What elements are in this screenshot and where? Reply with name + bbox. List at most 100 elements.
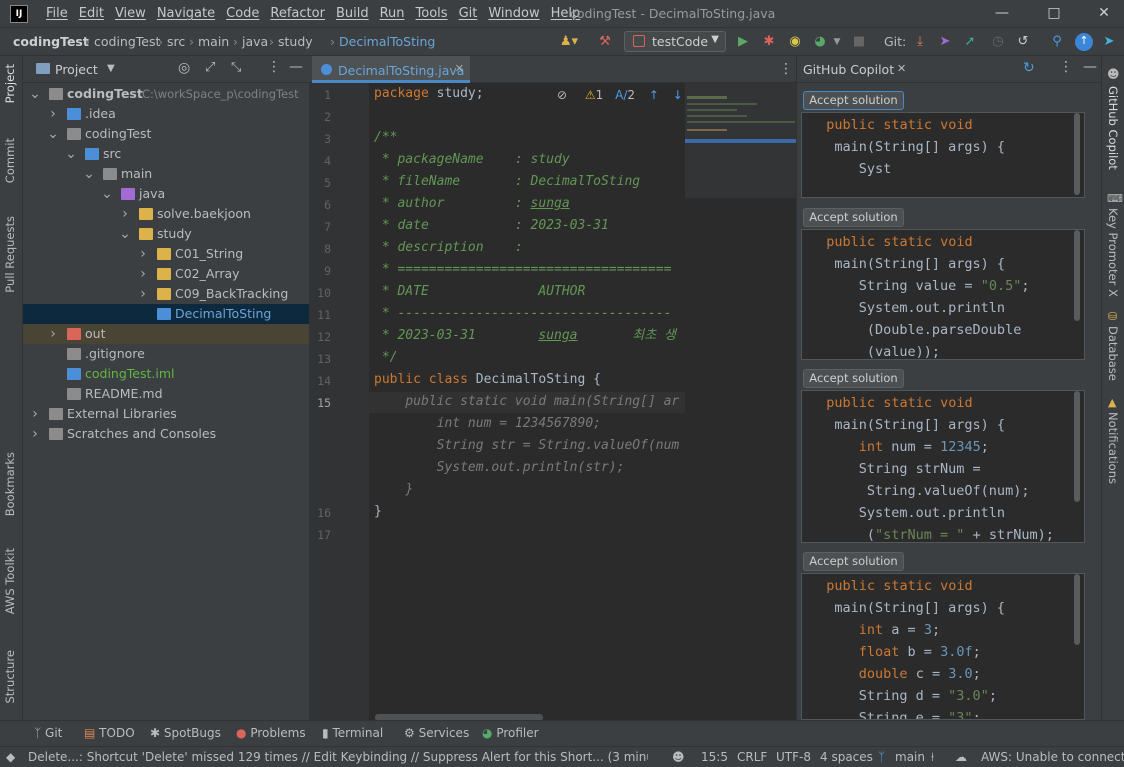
status-toggle-icon[interactable]: ◆ [6,750,15,764]
chevron-right-icon[interactable]: › [47,104,59,124]
tree-item[interactable]: ⌄ java [23,184,309,204]
menu-tools[interactable]: Tools [416,6,448,21]
chevron-down-icon[interactable]: ⌄ [119,224,131,244]
breadcrumb-item[interactable]: java [242,34,268,49]
chevron-down-icon[interactable]: ⌄ [65,144,77,164]
menu-git[interactable]: Git [459,6,478,21]
tab-project[interactable]: Project [3,64,17,103]
chevron-down-icon[interactable]: ▼ [107,63,115,74]
update-icon[interactable]: ↑ [1075,33,1093,51]
tab-aws-toolkit[interactable]: AWS Toolkit [3,548,17,614]
tree-item[interactable]: DecimalToSting [23,304,309,324]
git-history-icon[interactable]: ◷ [990,34,1006,50]
run-icon[interactable]: ▶ [735,34,751,50]
chevron-right-icon[interactable]: › [29,404,41,424]
tab-git[interactable]: ᛉ Git [34,726,62,740]
options-icon[interactable]: ⋮ [1059,59,1073,75]
tab-github-copilot[interactable]: GitHub Copilot [1106,86,1120,170]
chevron-right-icon[interactable]: › [29,424,41,444]
rollback-icon[interactable]: ↺ [1015,34,1031,50]
accept-solution-button[interactable]: Accept solution [803,208,904,227]
tree-item[interactable]: › C09_BackTracking [23,284,309,304]
tab-commit[interactable]: Commit [3,138,17,183]
caret-position[interactable]: 15:5 [701,750,728,764]
breadcrumb-item[interactable]: codingTest [13,34,89,49]
code-text[interactable]: package study; /** * packageName : study… [374,83,684,523]
lock-icon[interactable]: ⍿ [931,750,934,765]
stop-icon[interactable]: ■ [852,34,866,50]
menu-run[interactable]: Run [380,6,405,21]
menu-view[interactable]: View [115,6,146,21]
chevron-right-icon[interactable]: › [137,284,149,304]
collapse-icon[interactable]: ⤡ [231,60,241,75]
chevron-right-icon[interactable]: › [137,244,149,264]
tree-item[interactable]: codingTest.iml [23,364,309,384]
menu-navigate[interactable]: Navigate [157,6,215,21]
more-run-icon[interactable]: ▼ [832,34,842,50]
close-tab-icon[interactable]: ✕ [455,62,464,75]
breadcrumb-item[interactable]: codingTest [94,34,160,49]
aws-status[interactable]: AWS: Unable to connect [981,750,1124,764]
git-update-icon[interactable]: ⤓ [912,34,928,50]
tree-item[interactable]: ⌄ codingTest [23,124,309,144]
breadcrumb-item[interactable]: study [278,34,313,49]
menu-refactor[interactable]: Refactor [270,6,325,21]
tab-todo[interactable]: ▤ TODO [84,726,135,740]
solution-code-box[interactable]: public static void main(String[] args) {… [801,390,1085,543]
chevron-down-icon[interactable]: ⌄ [47,124,59,144]
profile-icon[interactable]: ◕ [812,34,828,50]
menu-build[interactable]: Build [336,6,369,21]
debug-icon[interactable]: ✱ [761,34,777,50]
build-hammer-icon[interactable]: ⚒ [596,34,614,50]
tree-item[interactable]: › solve.baekjoon [23,204,309,224]
tree-item[interactable]: ⌄ main [23,164,309,184]
status-message[interactable]: Delete...: Shortcut 'Delete' missed 129 … [28,750,648,764]
tab-decimaltosting[interactable]: DecimalToSting.java ✕ [312,56,470,83]
breadcrumb-item[interactable]: DecimalToSting [339,34,435,49]
tab-database[interactable]: Database [1106,326,1120,381]
breadcrumb-item[interactable]: src [167,34,185,49]
chevron-right-icon[interactable]: › [137,264,149,284]
chevron-right-icon[interactable]: › [47,324,59,344]
chevron-right-icon[interactable]: › [119,204,131,224]
tree-item[interactable]: › C02_Array [23,264,309,284]
tree-item[interactable]: ⌄ study [23,224,309,244]
tab-spotbugs[interactable]: ✱ SpotBugs [150,726,221,740]
chevron-down-icon[interactable]: ⌄ [29,84,41,104]
indent-setting[interactable]: 4 spaces [820,750,873,764]
solution-code-box[interactable]: public static void main(String[] args) {… [801,112,1085,198]
tab-bookmarks[interactable]: Bookmarks [3,452,17,516]
close-button[interactable]: ✕ [1095,5,1113,21]
tree-item[interactable]: › .idea [23,104,309,124]
tree-item[interactable]: › Scratches and Consoles [23,424,309,444]
breadcrumb-item[interactable]: main [198,34,229,49]
tab-structure[interactable]: Structure [3,650,17,704]
tree-item[interactable]: README.md [23,384,309,404]
copilot-status-icon[interactable]: ☻ [672,750,685,764]
menu-window[interactable]: Window [488,6,539,21]
scrollbar[interactable] [1074,230,1080,321]
tab-notifications[interactable]: Notifications [1106,412,1120,484]
tree-item[interactable]: › External Libraries [23,404,309,424]
target-icon[interactable]: ◎ [178,60,190,76]
tree-item[interactable]: ⌄ src [23,144,309,164]
expand-icon[interactable]: ⤢ [205,60,215,75]
accept-solution-button[interactable]: Accept solution [803,369,904,388]
tree-item[interactable]: › C01_String [23,244,309,264]
coverage-icon[interactable]: ◉ [787,34,803,50]
project-panel-title[interactable]: Project [55,62,98,77]
editor-options-icon[interactable]: ⋮ [779,61,793,77]
line-separator[interactable]: CRLF [737,750,767,764]
user-icon[interactable]: ♟▾ [556,34,582,50]
scrollbar[interactable] [1074,574,1080,645]
solution-code-box[interactable]: public static void main(String[] args) {… [801,573,1085,720]
accept-solution-button[interactable]: Accept solution [803,91,904,110]
accept-solution-button[interactable]: Accept solution [803,552,904,571]
toolbox-icon[interactable]: ➤ [1101,34,1117,50]
tree-item[interactable]: ⌄ codingTest C:\workSpace_p\codingTest [23,84,309,104]
maximize-icon[interactable]: □ [1045,5,1063,21]
solution-code-box[interactable]: public static void main(String[] args) {… [801,229,1085,360]
git-commit-icon[interactable]: ➤ [937,34,953,50]
hide-icon[interactable]: — [289,59,303,75]
tree-item[interactable]: › out [23,324,309,344]
